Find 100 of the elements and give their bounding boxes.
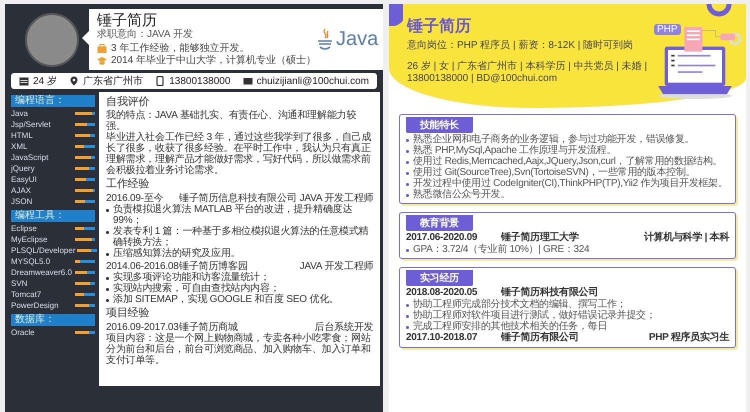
skill-name: SVN	[11, 279, 28, 288]
skill-group-title: 数据库：	[11, 314, 95, 326]
skill-name: Jsp/Servlet	[11, 120, 51, 129]
skill-name: jQuery	[11, 164, 35, 173]
paragraph: 毕业进入社会工作已经 3 年，通过这些我学到了很多，自己成长了很多，收获了很多经验。在平时工作中，我认为只有真正理解需求，理解产品才能做好需求，写好代码，所以做需求前会积极拉着业务讨论需求。	[106, 132, 372, 176]
bullet-icon	[406, 172, 409, 175]
bullet-text: 添加 SITEMAP，实现 GOOGLE 和百度 SEO 优化。	[113, 294, 339, 305]
section-title: 技能特长	[406, 117, 473, 133]
highlight-text: 3 年工作经验，能够独立开发。	[111, 43, 250, 54]
skill-name: PowerDesign	[11, 301, 59, 310]
bullet-text: 压缩感知算法的研究及应用。	[113, 248, 240, 259]
skill-name: MYSQL5.0	[11, 257, 50, 266]
bullet-text: 熟悉微信公众号开发。	[413, 189, 510, 200]
entry-date: 2016.09-至今	[106, 193, 164, 204]
entry-role: 计算机与科学 | 本科	[644, 232, 729, 244]
entry-date: 2016.09-2017.03	[106, 322, 176, 333]
entry-date: 2014.06-2016.08	[106, 261, 176, 272]
briefcase-icon	[97, 44, 107, 54]
entry-organization: 锤子简历商城	[179, 322, 238, 333]
bullet-icon	[106, 299, 109, 302]
skill-name: HTML	[11, 131, 33, 140]
bullet-text: 协助工程师完成部分技术文档的编辑、撰写工作；	[413, 299, 626, 310]
logo-text: Java	[336, 28, 378, 51]
entry-role: JAVA 开发工程师	[300, 193, 374, 204]
bullet-icon	[406, 139, 409, 142]
bullet-icon	[406, 304, 409, 307]
entry-date: 2018.08-2020.05	[406, 287, 478, 298]
bullet-icon	[106, 277, 109, 280]
bullet-text: 负责模拟退火算法 MATLAB 平台的改进，提升精确度达 99%；	[113, 204, 352, 226]
skill-name: XML	[11, 142, 28, 151]
job-intent: 求职意向：JAVA 开发	[97, 29, 194, 41]
entry-organization: 锤子简历理工大学	[501, 232, 580, 244]
entry-organization: 锤子简历信息科技有限公司	[179, 193, 297, 204]
photo-placeholder	[25, 12, 79, 66]
personal-details: 26 岁 | 女 | 广东省广州市 | 本科学历 | 中共党员 | 未婚 | 13800138000 | BD@100chui.com	[407, 61, 648, 85]
bullet-text: 使用过 Redis,Memcached,Aajx,JQuery,Json,curl，了解常用的数据结构。	[413, 156, 722, 167]
skill-group-title: 编程工具：	[11, 210, 95, 222]
bullet-text: GPA：3.72/4（专业前 10%）| GRE：324	[413, 244, 590, 255]
bullet-icon	[106, 253, 109, 256]
php-badge: PHP	[654, 24, 681, 35]
skill-name: PLSQL/Developer	[11, 246, 76, 255]
section-title: 教育背景	[406, 215, 473, 231]
job-intent: 意向岗位：PHP 程序员 | 薪资：8-12K | 随时可到岗	[407, 40, 634, 52]
bullet-text: 熟悉 PHP,MySql,Apache 工作原理与开发流程。	[413, 145, 616, 156]
entry-organization: 锤子简历科技有限公司	[501, 287, 600, 298]
bullet-icon	[106, 231, 109, 234]
bullet-icon	[106, 288, 109, 291]
section-title: 实习经历	[406, 270, 473, 286]
section-title: 自我评价	[106, 96, 150, 109]
bullet-icon	[406, 161, 409, 164]
entry-role: 后台系统开发	[314, 322, 374, 333]
resume-name: 锤子简历	[97, 12, 158, 29]
entry-organization: 锤子简历有限公司	[501, 332, 580, 344]
bullet-text: 实现站内搜索，可自由查找站内内容；	[113, 283, 280, 294]
skill-name: Tomcat7	[11, 290, 42, 299]
bullet-icon	[406, 249, 409, 252]
contact-text: 24 岁	[33, 74, 57, 88]
paragraph: 项目内容：这是一个网上购物商城，专卖各种小吃零食；网站分为前台和后台，前台可浏览商品、加入购物车、加入订单和支付订单等。	[106, 333, 372, 366]
skill-name: EasyUI	[11, 175, 37, 184]
skill-name: JSON	[11, 197, 32, 206]
skill-group-title: 编程语言：	[11, 95, 95, 107]
skill-name: Eclipse	[11, 224, 37, 233]
entry-date: 2017.10-2018.07	[406, 332, 478, 344]
section-title: 工作经验	[106, 178, 150, 191]
bullet-text: 协助工程师对软件项目进行测试，做好错误记录并提交；	[413, 310, 656, 321]
bullet-icon	[406, 150, 409, 153]
graduation-cap-icon	[97, 56, 107, 66]
skill-name: Java	[11, 109, 28, 118]
section-title: 项目经验	[106, 307, 150, 320]
bullet-text: 熟悉企业网和电子商务的业务逻辑，参与过功能开发，错误修复。	[413, 134, 694, 145]
bullet-icon	[406, 315, 409, 318]
location-pin-icon	[69, 76, 80, 86]
bullet-icon	[406, 194, 409, 197]
skill-name: Dreamweaver6.0	[11, 268, 72, 277]
bullet-text: 使用过 Git(SourceTree),Svn(TortoiseSVN)，一些常用的版本控制。	[413, 167, 696, 178]
entry-role: PHP 程序员实习生	[648, 332, 729, 344]
paragraph: 我的特点：JAVA 基础扎实、有责任心、沟通和理解能力较强。	[106, 110, 358, 132]
entry-role: JAVA 开发工程师	[300, 261, 374, 272]
ring-decoration	[706, 4, 732, 18]
entry-organization: 锤子简历博客园	[179, 261, 248, 272]
half-circle-decoration	[389, 4, 403, 26]
skill-name: MyEclipse	[11, 235, 48, 244]
bullet-text: 开发过程中使用过 CodeIgniter(CI),ThinkPHP(TP),Yii2 作为项目开发框架。	[413, 178, 728, 189]
calendar-icon	[19, 76, 29, 86]
ring-decoration	[728, 32, 742, 46]
contact-text: chuizijianli@100chui.com	[256, 76, 369, 86]
skill-name: JavaScript	[11, 153, 48, 162]
resume-name: 锤子简历	[407, 16, 472, 37]
entry-date: 2017.06-2020.09	[406, 232, 478, 244]
skill-name: AJAX	[11, 186, 32, 195]
bullet-text: 完成工程师安排的其他技术相关的任务，每日	[413, 321, 608, 332]
bullet-icon	[406, 183, 409, 186]
bullet-icon	[406, 326, 409, 329]
contact-text: 广东省广州市	[83, 74, 144, 88]
highlight-text: 2014 年毕业于中山大学，计算机专业（硕士）	[111, 55, 316, 67]
phone-icon	[155, 76, 166, 86]
bullet-text: 实现多项评论功能和访客流量统计；	[113, 272, 270, 283]
bullet-icon	[106, 209, 109, 212]
contact-text: 13800138000	[169, 76, 230, 86]
bullet-text: 发表专利 1 篇：一种基于多相位模拟退火算法的任意模式精确转换方法；	[113, 226, 370, 248]
